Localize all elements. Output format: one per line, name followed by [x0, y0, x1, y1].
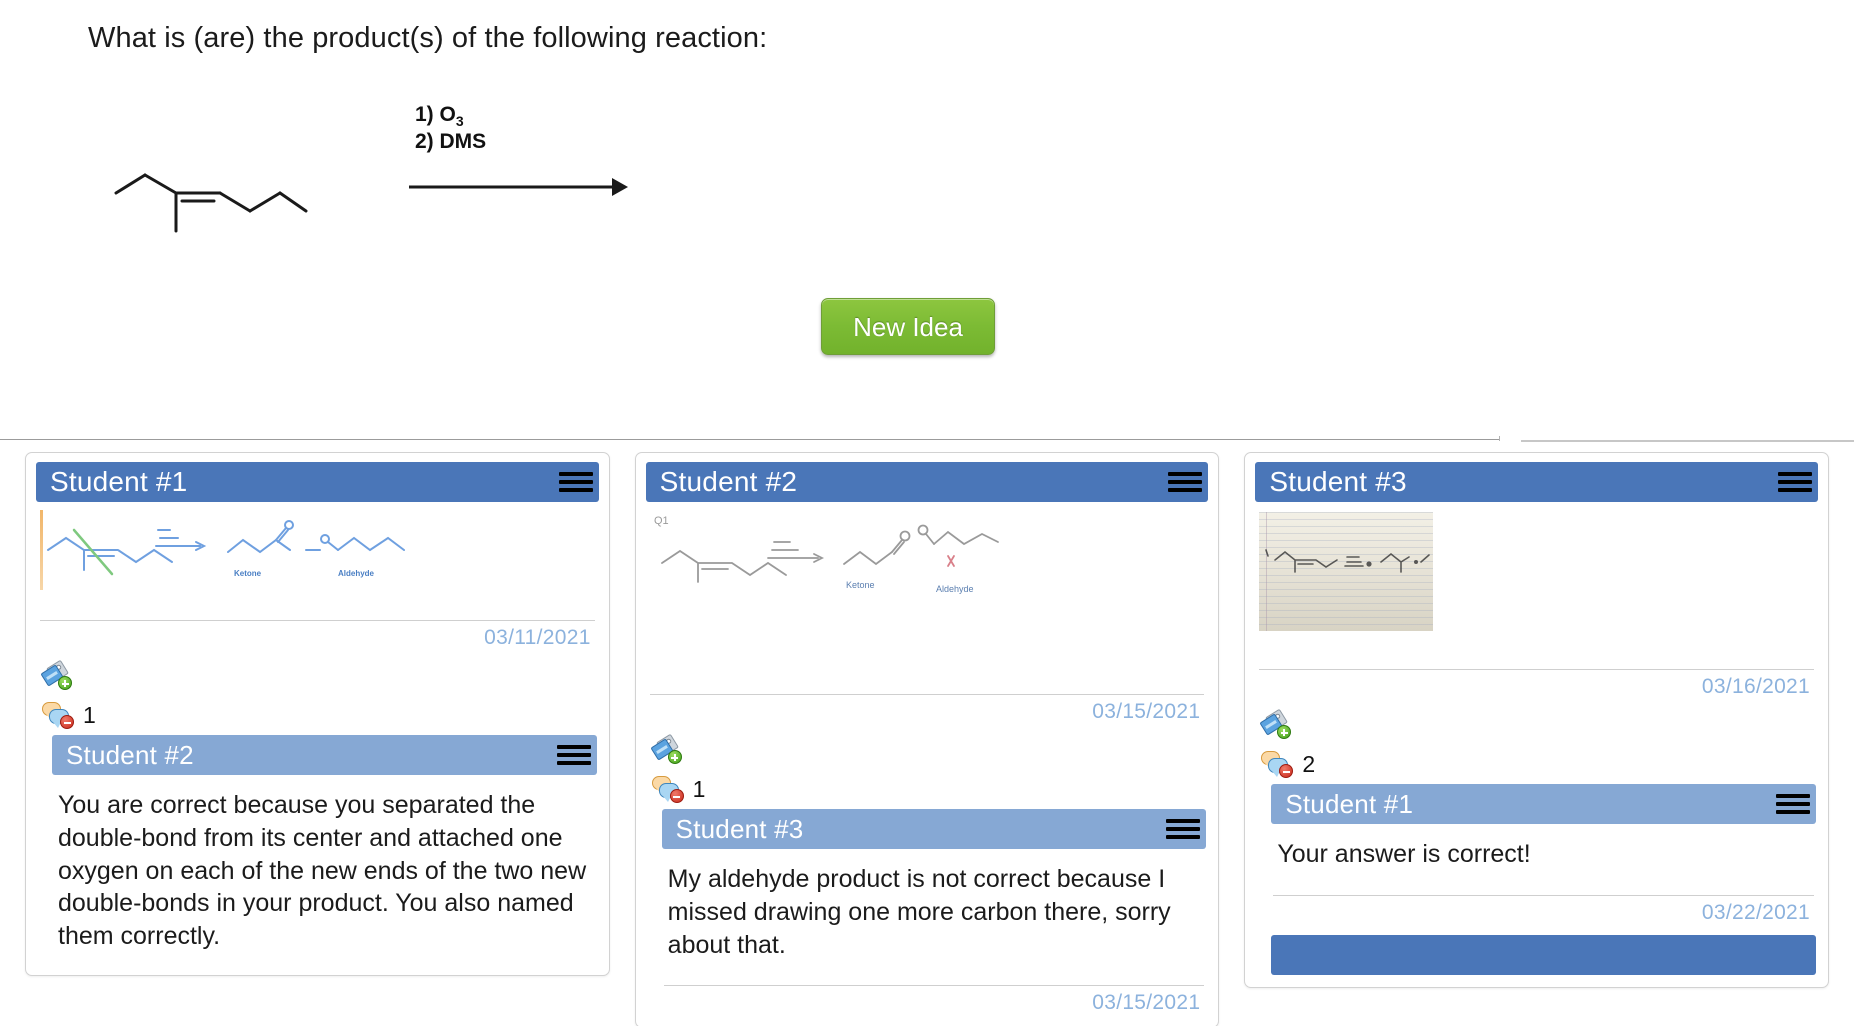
reply-card-title: Student #2: [66, 740, 194, 770]
idea-card[interactable]: Student #2 Q1 Ketone Aldehyde 03/15/2021…: [634, 452, 1220, 1026]
comment-action-row: 1: [648, 764, 1207, 803]
tag-action-row: [1257, 699, 1816, 739]
new-idea-button[interactable]: New Idea: [821, 298, 995, 355]
reply-card-header[interactable]: Student #3: [661, 809, 1207, 849]
svg-text:Aldehyde: Aldehyde: [338, 569, 375, 578]
card-header[interactable]: Student #3: [1255, 462, 1819, 502]
reply-card-date: 03/22/2021: [1701, 900, 1811, 924]
hamburger-icon[interactable]: [1778, 467, 1813, 497]
idea-column-1: Student #1 Ketone Aldehyde 03/11/2021 1 …: [25, 452, 610, 1026]
comment-count: 2: [1302, 751, 1316, 777]
card-body: Q1 Ketone Aldehyde 03/15/2021 1 Student …: [646, 502, 1209, 1016]
reply-card-date: 03/15/2021: [1092, 991, 1201, 1015]
sketch-attachment[interactable]: Ketone Aldehyde: [38, 508, 597, 606]
divider-notch: [1499, 436, 1500, 441]
card-date: 03/16/2021: [1701, 675, 1811, 698]
reply-card-text: Your answer is correct!: [1277, 840, 1531, 868]
card-body: Ketone Aldehyde 03/11/2021 1 Student #2 …: [36, 502, 599, 963]
reaction-figure: 1) O3 2) DMS: [110, 95, 650, 233]
svg-text:Ketone: Ketone: [846, 580, 875, 590]
card-body: 03/16/2021 2 Student #1 Your answer is c…: [1255, 502, 1818, 975]
handwritten-reaction-sketch: Q1 Ketone Aldehyde: [654, 515, 999, 594]
card-date: 03/15/2021: [1092, 700, 1201, 723]
reply-card-title: Student #3: [675, 814, 804, 844]
reagent-1-subscript: 3: [455, 113, 464, 130]
page-title: What is (are) the product(s) of the foll…: [88, 22, 768, 54]
reaction-arrow-icon: [409, 178, 628, 196]
hamburger-icon[interactable]: [558, 467, 593, 497]
card-header[interactable]: Student #2: [645, 462, 1209, 502]
section-divider: [0, 436, 1854, 442]
reply-card[interactable]: Student #3 My aldehyde product is not co…: [647, 803, 1207, 1016]
card-title: Student #3: [1269, 466, 1407, 497]
hamburger-icon[interactable]: [1776, 789, 1811, 819]
reply-card[interactable]: Student #1 Your answer is correct! 03/22…: [1257, 778, 1817, 975]
reply-card-title: Student #1: [1285, 789, 1414, 819]
comment-icon[interactable]: [42, 702, 74, 729]
reagent-line-2: 2) DMS: [415, 130, 487, 153]
comment-icon[interactable]: [1261, 751, 1294, 778]
card-title: Student #1: [50, 466, 188, 497]
comment-count: 1: [692, 776, 706, 802]
card-header[interactable]: Student #1: [36, 462, 599, 502]
idea-card[interactable]: Student #3 03/16/2021 2 Student #1 Your …: [1244, 452, 1830, 988]
comment-icon[interactable]: [651, 776, 684, 803]
reagent-line-1: 1) O3: [415, 103, 464, 129]
comment-action-row: 2: [1257, 739, 1816, 778]
add-tag-icon[interactable]: [1259, 708, 1292, 739]
reactant-structure: [114, 173, 308, 233]
tag-action-row: [38, 650, 597, 690]
reply-card-header[interactable]: Student #1: [1271, 784, 1817, 824]
reply-card[interactable]: Student #2 You are correct because you s…: [38, 729, 597, 963]
comment-count: 1: [83, 702, 96, 728]
reply-card-text: My aldehyde product is not correct becau…: [667, 865, 1171, 959]
nested-reply-card-header[interactable]: [1271, 934, 1817, 975]
add-tag-icon[interactable]: [40, 659, 72, 690]
hamburger-icon[interactable]: [1168, 467, 1203, 497]
svg-text:Aldehyde: Aldehyde: [936, 584, 974, 594]
reply-card-header[interactable]: Student #2: [52, 735, 597, 775]
svg-text:Ketone: Ketone: [234, 569, 262, 578]
card-date: 03/11/2021: [484, 626, 591, 649]
add-tag-icon[interactable]: [650, 733, 682, 764]
hamburger-icon[interactable]: [556, 740, 591, 770]
divider-left-segment: [0, 439, 1500, 440]
reagent-1-text: 1) O: [415, 103, 456, 126]
card-title: Student #2: [659, 466, 798, 497]
divider-right-segment: [1521, 440, 1854, 442]
idea-column-2: Student #2 Q1 Ketone Aldehyde 03/15/2021…: [634, 452, 1220, 1026]
hamburger-icon[interactable]: [1166, 814, 1201, 844]
handwritten-reaction-sketch: Ketone Aldehyde: [47, 520, 405, 578]
tag-action-row: [648, 724, 1207, 764]
question-prompt-area: What is (are) the product(s) of the foll…: [0, 0, 1854, 442]
comment-action-row: 1: [38, 690, 597, 729]
idea-column-3: Student #3 03/16/2021 2 Student #1 Your …: [1244, 452, 1830, 1026]
svg-text:Q1: Q1: [654, 515, 669, 527]
idea-board: Student #1 Ketone Aldehyde 03/11/2021 1 …: [0, 452, 1854, 1026]
handwritten-reaction-photo-sketch: [1265, 549, 1431, 573]
idea-card[interactable]: Student #1 Ketone Aldehyde 03/11/2021 1 …: [25, 452, 610, 976]
reply-card-text: You are correct because you separated th…: [58, 791, 587, 950]
sketch-attachment[interactable]: Q1 Ketone Aldehyde: [648, 508, 1207, 680]
photo-attachment[interactable]: [1259, 512, 1434, 631]
